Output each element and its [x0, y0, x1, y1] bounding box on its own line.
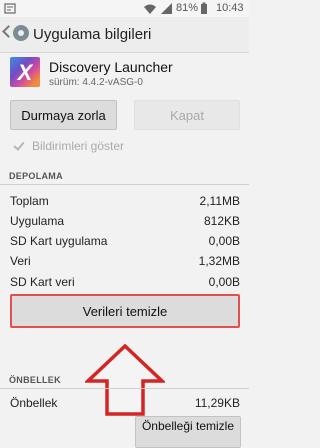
battery-percent: 81% — [176, 2, 199, 14]
app-header: X Discovery Launcher sürüm: 4.4.2-vASG-0 — [0, 53, 249, 95]
app-icon: X — [10, 57, 40, 87]
storage-label: SD Kart uygulama — [10, 234, 108, 248]
battery-icon — [201, 2, 207, 14]
cache-row: Önbellek 11,29KB — [10, 396, 240, 416]
storage-label: Toplam — [10, 194, 49, 208]
back-button[interactable] — [0, 17, 30, 52]
page-title: Uygulama bilgileri — [33, 26, 152, 43]
storage-row-sd-app: SD Kart uygulama 0,00B — [10, 234, 240, 254]
storage-value: 1,32MB — [198, 254, 240, 268]
storage-row-app: Uygulama 812KB — [10, 214, 240, 234]
signal-icon — [161, 3, 172, 14]
storage-row-total: Toplam 2,11MB — [10, 194, 240, 214]
clear-cache-button[interactable]: Önbelleği temizle — [135, 416, 241, 448]
notification-icon — [4, 3, 16, 14]
force-stop-button[interactable]: Durmaya zorla — [10, 100, 117, 130]
storage-value: 2,11MB — [199, 194, 240, 208]
storage-label: Uygulama — [10, 214, 65, 228]
cache-label: Önbellek — [10, 396, 58, 410]
action-bar: Uygulama bilgileri — [0, 17, 249, 53]
settings-gear-icon — [13, 25, 29, 41]
disable-button[interactable]: Kapat — [134, 100, 240, 130]
storage-label: Veri — [10, 254, 31, 268]
app-name: Discovery Launcher — [49, 59, 173, 75]
storage-value: 0,00B — [208, 275, 240, 289]
storage-value: 812KB — [203, 214, 240, 228]
show-notifications-label: Bildirimleri göster — [32, 139, 125, 153]
wifi-icon — [144, 4, 156, 14]
status-bar: 81% 10:43 — [0, 0, 249, 17]
storage-row-sd-data: SD Kart veri 0,00B — [10, 275, 240, 295]
storage-row-data: Veri 1,32MB — [10, 254, 240, 274]
clock: 10:43 — [216, 2, 244, 14]
storage-label: SD Kart veri — [10, 275, 75, 289]
checkbox-checked-icon[interactable] — [13, 140, 24, 151]
storage-section-header: DEPOLAMA — [9, 171, 63, 181]
app-icon-letter: X — [17, 60, 33, 85]
cache-value: 11,29KB — [194, 396, 240, 410]
clear-data-button[interactable]: Verileri temizle — [10, 294, 240, 328]
app-version: sürüm: 4.4.2-vASG-0 — [49, 77, 143, 88]
storage-value: 0,00B — [208, 234, 240, 248]
cache-divider — [0, 388, 249, 389]
storage-divider — [0, 184, 249, 185]
cache-section-header: ÖNBELLEK — [9, 375, 61, 385]
